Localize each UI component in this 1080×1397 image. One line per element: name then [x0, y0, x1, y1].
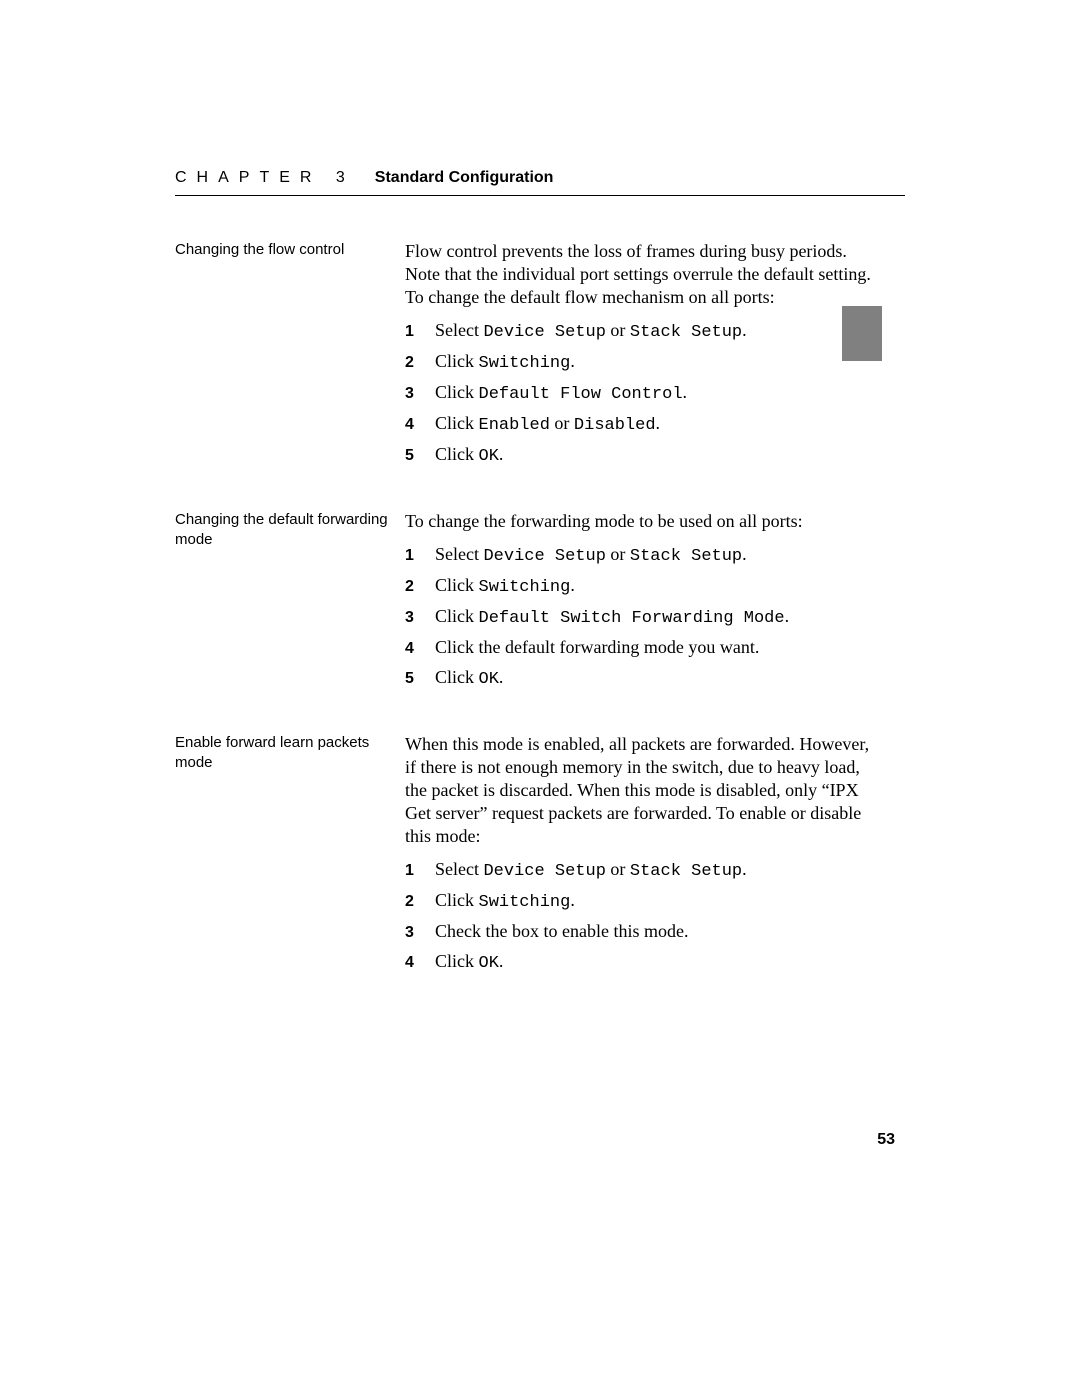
step-text: Click OK.: [435, 666, 875, 691]
step: 3 Click Default Switch Forwarding Mode.: [405, 605, 875, 630]
step-number: 2: [405, 351, 435, 374]
step-text: Click OK.: [435, 443, 875, 468]
step: 4 Click the default forwarding mode you …: [405, 636, 875, 660]
section-body: When this mode is enabled, all packets a…: [405, 733, 875, 981]
step: 5 Click OK.: [405, 443, 875, 468]
step-text: Select Device Setup or Stack Setup.: [435, 543, 875, 568]
page-header: CHAPTER 3 Standard Configuration: [175, 169, 905, 196]
step-number: 2: [405, 890, 435, 913]
step-number: 4: [405, 951, 435, 974]
step-text: Click the default forwarding mode you wa…: [435, 636, 875, 659]
step: 2 Click Switching.: [405, 574, 875, 599]
step-text: Click Switching.: [435, 889, 875, 914]
step-text: Select Device Setup or Stack Setup.: [435, 319, 875, 344]
step-text: Click Switching.: [435, 350, 875, 375]
steps-list: 1 Select Device Setup or Stack Setup. 2 …: [405, 543, 875, 691]
section-body: Flow control prevents the loss of frames…: [405, 240, 875, 474]
step-text: Click Enabled or Disabled.: [435, 412, 875, 437]
step-number: 3: [405, 921, 435, 944]
chapter-title: Standard Configuration: [375, 169, 554, 187]
step-number: 5: [405, 667, 435, 690]
step-number: 3: [405, 606, 435, 629]
step-text: Click Switching.: [435, 574, 875, 599]
step-number: 5: [405, 444, 435, 467]
step-number: 4: [405, 413, 435, 436]
section-label: Changing the default forwarding mode: [175, 510, 405, 550]
step: 4 Click Enabled or Disabled.: [405, 412, 875, 437]
step-text: Click Default Flow Control.: [435, 381, 875, 406]
step: 5 Click OK.: [405, 666, 875, 691]
steps-list: 1 Select Device Setup or Stack Setup. 2 …: [405, 858, 875, 975]
page-body: Changing the flow control Flow control p…: [175, 240, 875, 1017]
step: 3 Click Default Flow Control.: [405, 381, 875, 406]
section-body: To change the forwarding mode to be used…: [405, 510, 875, 697]
step-number: 1: [405, 320, 435, 343]
step-text: Click Default Switch Forwarding Mode.: [435, 605, 875, 630]
section-flow-control: Changing the flow control Flow control p…: [175, 240, 875, 474]
step-number: 3: [405, 382, 435, 405]
step-text: Check the box to enable this mode.: [435, 920, 875, 943]
step-text: Click OK.: [435, 950, 875, 975]
section-learn-packets: Enable forward learn packets mode When t…: [175, 733, 875, 981]
section-intro: To change the forwarding mode to be used…: [405, 510, 875, 533]
section-intro: Flow control prevents the loss of frames…: [405, 240, 875, 309]
step: 4 Click OK.: [405, 950, 875, 975]
step-number: 1: [405, 859, 435, 882]
step: 3 Check the box to enable this mode.: [405, 920, 875, 944]
section-label: Changing the flow control: [175, 240, 405, 260]
step-number: 2: [405, 575, 435, 598]
step-text: Select Device Setup or Stack Setup.: [435, 858, 875, 883]
step: 2 Click Switching.: [405, 889, 875, 914]
step-number: 4: [405, 637, 435, 660]
chapter-indicator: CHAPTER 3: [175, 169, 355, 187]
step: 2 Click Switching.: [405, 350, 875, 375]
step: 1 Select Device Setup or Stack Setup.: [405, 858, 875, 883]
section-forwarding-mode: Changing the default forwarding mode To …: [175, 510, 875, 697]
step: 1 Select Device Setup or Stack Setup.: [405, 543, 875, 568]
section-label: Enable forward learn packets mode: [175, 733, 405, 773]
page-number: 53: [877, 1131, 895, 1149]
step: 1 Select Device Setup or Stack Setup.: [405, 319, 875, 344]
step-number: 1: [405, 544, 435, 567]
steps-list: 1 Select Device Setup or Stack Setup. 2 …: [405, 319, 875, 468]
section-intro: When this mode is enabled, all packets a…: [405, 733, 875, 848]
